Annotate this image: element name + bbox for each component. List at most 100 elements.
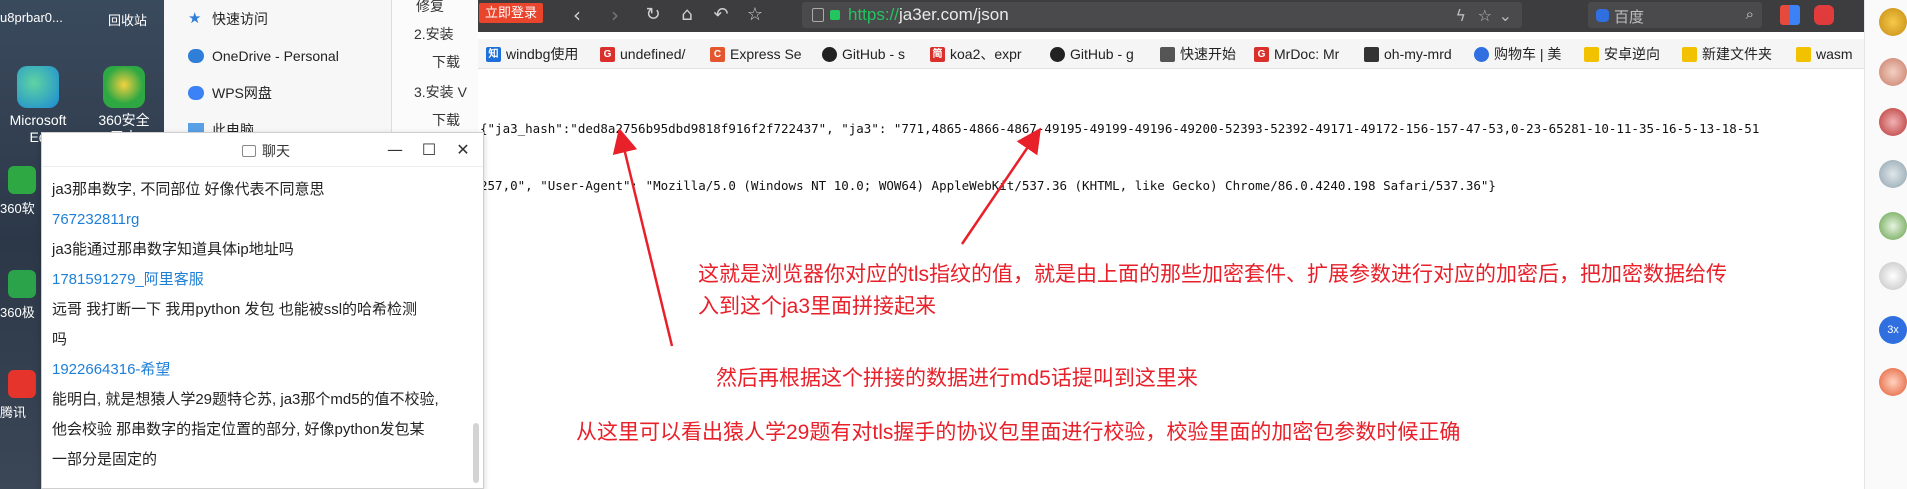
lock-icon bbox=[830, 10, 840, 20]
bookmark-oh-my-mrdoc[interactable]: oh-my-mrd bbox=[1364, 44, 1452, 64]
back-icon[interactable]: ‹ bbox=[564, 3, 590, 27]
bookmark-star-icon[interactable]: ☆ bbox=[742, 3, 768, 27]
url-text: https://ja3er.com/json bbox=[848, 5, 1009, 24]
browser-window: 立即登录 ‹ › ↻ ⌂ ↶ ☆ https://ja3er.com/json … bbox=[478, 0, 1864, 489]
folder-icon bbox=[1796, 46, 1811, 62]
site-icon bbox=[1364, 46, 1379, 62]
doc-line: 修复 bbox=[416, 0, 444, 14]
stub-label: 360极 bbox=[0, 305, 35, 320]
bookmark-github-1[interactable]: GitHub - s bbox=[822, 44, 905, 64]
bookmark-cart[interactable]: 购物车 | 美 bbox=[1474, 44, 1561, 64]
bookmark-windbg[interactable]: 知 windbg使用 bbox=[486, 44, 578, 64]
bookmark-express[interactable]: C Express Se bbox=[710, 44, 802, 64]
doc-icon bbox=[1160, 46, 1175, 62]
app-icon bbox=[8, 166, 36, 194]
search-placeholder: 百度 bbox=[1614, 9, 1645, 26]
desktop-stub-tencent[interactable]: 腾讯 bbox=[0, 370, 44, 421]
doc-line: 下载 bbox=[432, 112, 460, 128]
avatar[interactable] bbox=[1879, 212, 1907, 240]
avatar[interactable] bbox=[1879, 262, 1907, 290]
avatar[interactable] bbox=[1879, 160, 1907, 188]
bookmark-koa2[interactable]: 简 koa2、expr bbox=[930, 44, 1022, 64]
bookmark-folder-new[interactable]: 新建文件夹 bbox=[1682, 44, 1772, 64]
annotation-line-3: 然后再根据这个拼接的数据进行md5话提叫到这里来 bbox=[716, 367, 1198, 390]
nav-onedrive[interactable]: OneDrive - Personal bbox=[188, 44, 339, 68]
bookmark-github-2[interactable]: GitHub - g bbox=[1050, 44, 1134, 64]
doc-line: 2.安装 bbox=[414, 26, 454, 42]
undo-icon[interactable]: ↶ bbox=[708, 3, 734, 27]
login-button[interactable]: 立即登录 bbox=[479, 3, 544, 23]
folder-icon bbox=[1682, 46, 1697, 62]
json-response: {"ja3_hash":"ded8a2756b95dbd9818f916f2f7… bbox=[480, 81, 1864, 233]
chat-message: 他会校验 那串数字的指定位置的部分, 好像python发包某 bbox=[52, 421, 425, 438]
bookmark-folder-android[interactable]: 安卓逆向 bbox=[1584, 44, 1660, 64]
chat-message: ja3能通过那串数字知道具体ip地址吗 bbox=[52, 241, 294, 258]
doc-line: 下载 bbox=[432, 54, 460, 70]
lightning-icon[interactable]: ϟ bbox=[1455, 6, 1466, 25]
jianshu-icon: 简 bbox=[930, 46, 945, 62]
avatar[interactable] bbox=[1879, 58, 1907, 86]
chat-nickname[interactable]: 1781591279_阿里客服 bbox=[52, 265, 472, 295]
shield-icon bbox=[812, 8, 824, 22]
search-box[interactable]: 百度 ⌕ bbox=[1588, 2, 1762, 28]
game-icon[interactable] bbox=[1814, 5, 1834, 25]
chat-window: 聊天 — ☐ ✕ ja3那串数字, 不同部位 好像代表不同意思 76723281… bbox=[41, 132, 484, 489]
recycle-bin-label[interactable]: 回收站 bbox=[108, 10, 147, 29]
annotation-line-4: 从这里可以看出猿人学29题有对tls握手的协议包里面进行校验，校验里面的加密包参… bbox=[576, 421, 1461, 444]
stub-label: 腾讯 bbox=[0, 405, 27, 420]
chat-scrollbar[interactable] bbox=[473, 423, 479, 483]
apps-icon[interactable] bbox=[1780, 5, 1800, 25]
desktop-stub-360browser[interactable]: 360极 bbox=[0, 270, 44, 321]
favorite-star-icon[interactable]: ☆ bbox=[1478, 6, 1492, 25]
desktop-file-label[interactable]: u8prbar0... bbox=[0, 10, 63, 25]
chat-nickname[interactable]: 1922664316-希望 bbox=[52, 355, 472, 385]
minimize-icon[interactable]: — bbox=[384, 139, 406, 161]
address-bar[interactable]: https://ja3er.com/json ϟ ☆ ⌄ bbox=[802, 2, 1522, 28]
baidu-icon bbox=[1596, 9, 1609, 22]
document-background: 修复 2.安装 下载 3.安装 V 下载 bbox=[392, 0, 478, 140]
chat-message: ja3那串数字, 不同部位 好像代表不同意思 bbox=[52, 181, 325, 198]
bookmark-folder-wasm[interactable]: wasm bbox=[1796, 44, 1853, 64]
contacts-strip: 3x bbox=[1864, 0, 1907, 489]
chat-message: 一部分是固定的 bbox=[52, 451, 158, 468]
cloud-icon bbox=[188, 49, 204, 63]
annotation-line-2: 入到这个ja3里面拼接起来 bbox=[698, 295, 937, 318]
app-icon bbox=[8, 270, 36, 298]
chat-message: 吗 bbox=[52, 331, 68, 348]
chat-title: 聊天 bbox=[242, 141, 290, 161]
close-icon[interactable]: ✕ bbox=[452, 139, 474, 161]
home-icon[interactable]: ⌂ bbox=[674, 3, 700, 27]
avatar[interactable] bbox=[1879, 8, 1907, 36]
chat-icon bbox=[242, 145, 256, 157]
cloud-icon bbox=[188, 86, 204, 100]
nav-wps-drive[interactable]: WPS网盘 bbox=[188, 81, 272, 105]
folder-icon bbox=[1584, 46, 1599, 62]
cart-icon bbox=[1474, 46, 1489, 62]
bookmark-quickstart[interactable]: 快速开始 bbox=[1160, 44, 1236, 64]
desktop-stub-360soft[interactable]: 360软 bbox=[0, 166, 44, 217]
annotation-line-1: 这就是浏览器你对应的tls指纹的值，就是由上面的那些加密套件、扩展参数进行对应的… bbox=[698, 263, 1727, 286]
nav-label: 快速访问 bbox=[212, 11, 268, 27]
bookmark-mrdoc[interactable]: G MrDoc: Mr bbox=[1254, 44, 1339, 64]
reload-icon[interactable]: ↻ bbox=[640, 3, 666, 27]
json-line-2: 257,0", "User-Agent": "Mozilla/5.0 (Wind… bbox=[480, 178, 1496, 193]
browser-toolbar: 立即登录 ‹ › ↻ ⌂ ↶ ☆ https://ja3er.com/json … bbox=[478, 0, 1864, 32]
maximize-icon[interactable]: ☐ bbox=[418, 139, 440, 161]
json-line-1: {"ja3_hash":"ded8a2756b95dbd9818f916f2f7… bbox=[480, 121, 1760, 136]
chat-message: 能明白, 就是想猿人学29题特仑苏, ja3那个md5的值不校验, bbox=[52, 391, 439, 408]
avatar[interactable] bbox=[1879, 368, 1907, 396]
chevron-down-icon[interactable]: ⌄ bbox=[1499, 6, 1512, 25]
edge-icon bbox=[17, 66, 59, 108]
stub-label: 360软 bbox=[0, 201, 35, 216]
file-explorer-nav: ★ 快速访问 OneDrive - Personal WPS网盘 此电脑 bbox=[164, 0, 392, 140]
count-badge[interactable]: 3x bbox=[1879, 316, 1907, 344]
search-icon[interactable]: ⌕ bbox=[1746, 5, 1754, 23]
nav-quick-access[interactable]: ★ 快速访问 bbox=[188, 7, 268, 31]
zhihu-icon: 知 bbox=[486, 46, 501, 62]
github-icon bbox=[1050, 46, 1065, 62]
gitee-icon: G bbox=[600, 46, 615, 62]
avatar[interactable] bbox=[1879, 108, 1907, 136]
bookmark-undefined[interactable]: Gundefined/ bbox=[600, 44, 685, 64]
chat-nickname[interactable]: 767232811rg bbox=[52, 205, 472, 235]
forward-icon[interactable]: › bbox=[602, 3, 628, 27]
